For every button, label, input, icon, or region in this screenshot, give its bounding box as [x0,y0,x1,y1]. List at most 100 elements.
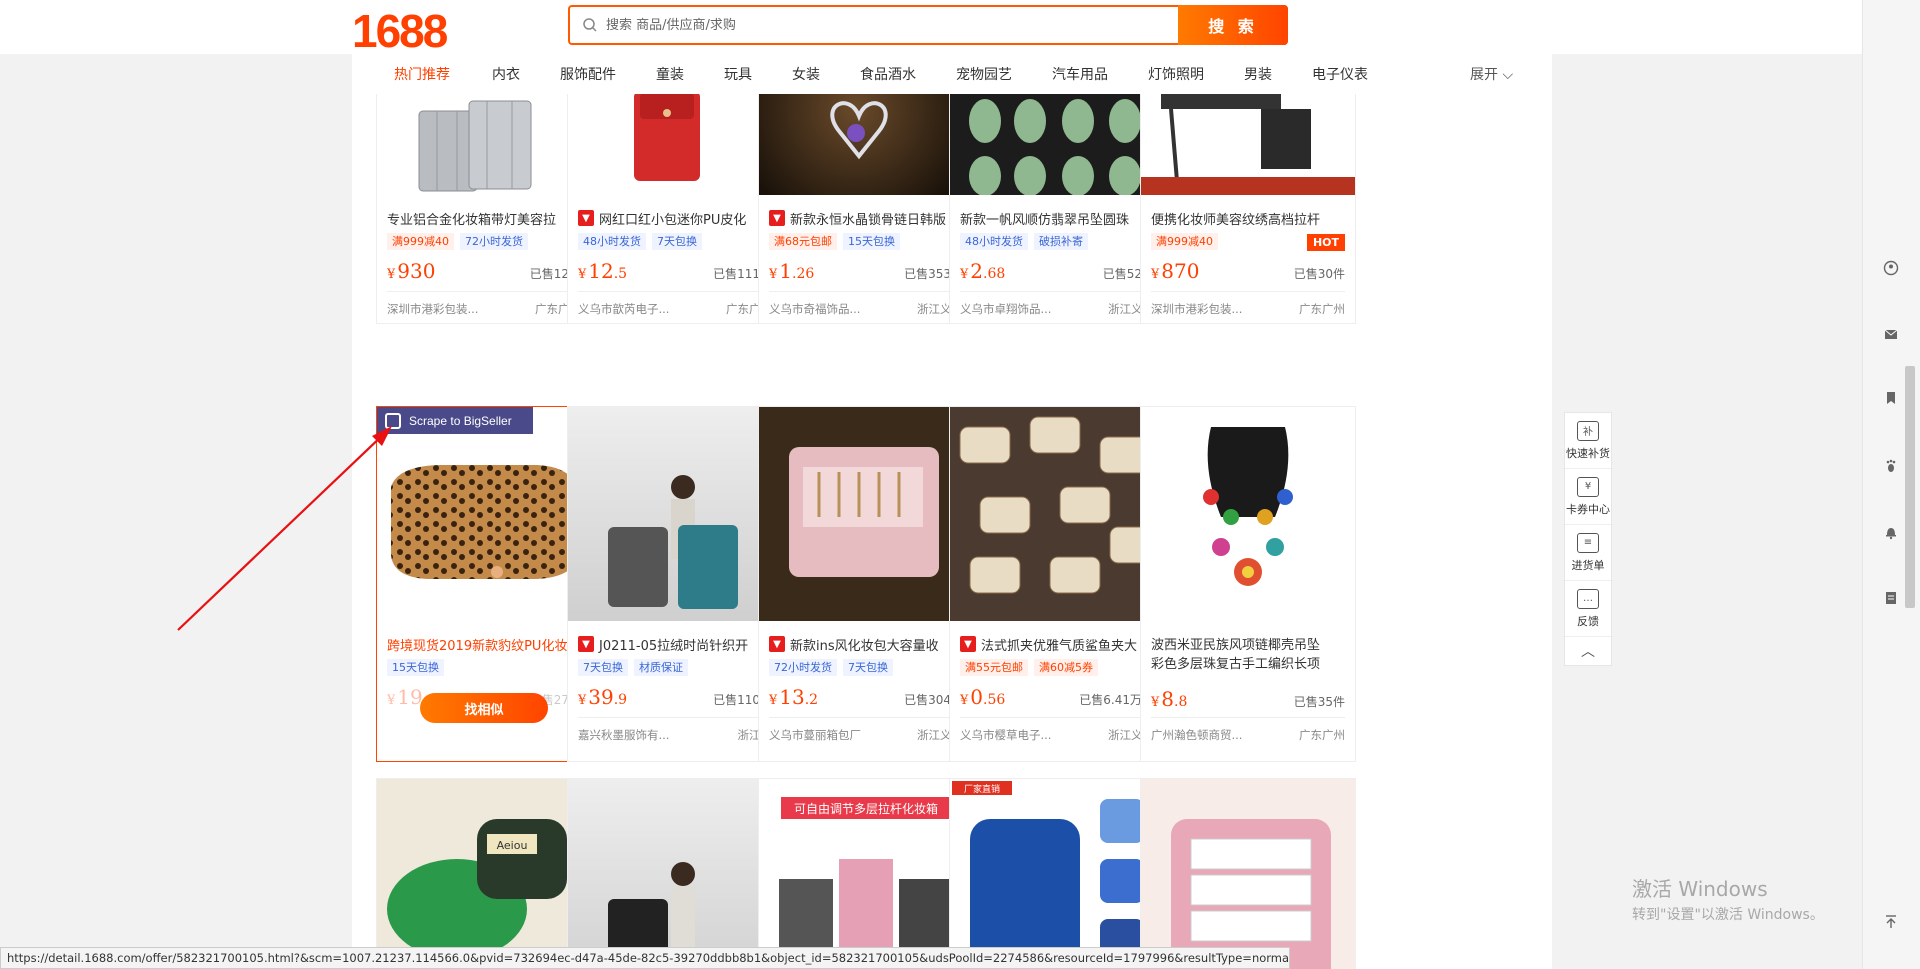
supplier-name[interactable]: 义乌市蔓丽箱包厂 [769,727,861,743]
tab-underwear[interactable]: 内衣 [492,64,520,84]
feedback-button[interactable]: … 反馈 [1565,581,1611,637]
expand-label: 展开 [1470,67,1498,83]
price-dec: .9 [613,692,628,708]
product-image[interactable] [377,407,591,621]
price-dec: .8 [1174,694,1188,710]
product-card[interactable]: ▼ 新款永恒水晶锁骨链日韩版 满68元包邮 15天包换 ¥1.26 已售353件 … [758,94,974,324]
mail-icon[interactable] [1883,326,1899,342]
tab-accessories[interactable]: 服饰配件 [560,64,616,84]
product-card-hovered[interactable]: Scrape to BigSeller 跨境现货2019新款豹纹PU化妆 15天… [376,406,592,762]
product-image[interactable] [759,407,973,621]
product-title-line2: 彩色多层珠复古手工编织长项 [1151,657,1321,672]
product-card[interactable] [1140,778,1356,969]
tab-pets[interactable]: 宠物园艺 [956,64,1012,84]
page-scrollbar[interactable] [1905,366,1915,608]
tab-toys[interactable]: 玩具 [724,64,752,84]
supplier-name[interactable]: 义乌市樱草电子... [960,727,1051,743]
tab-hot[interactable]: 热门推荐 [394,64,450,84]
product-title[interactable]: 专业铝合金化妆箱带灯美容拉 [387,208,587,228]
supplier-name[interactable]: 嘉兴秋墨服饰有... [578,727,669,743]
price-int: 39 [588,685,614,709]
product-image[interactable] [950,407,1164,621]
document-icon[interactable] [1883,590,1899,606]
product-title[interactable]: 便携化妆师美容纹绣高档拉杆 [1151,208,1351,228]
product-image[interactable] [1141,779,1355,969]
scroll-to-top-icon[interactable] [1883,914,1899,930]
service-badge: 破损补寄 [1034,233,1088,250]
find-similar-button[interactable]: 找相似 [420,693,548,723]
search-input[interactable] [606,13,1136,37]
purchase-list-button[interactable]: ≡ 进货单 [1565,525,1611,581]
product-card[interactable]: 可自由调节多层拉杆化妆箱 [758,778,974,969]
supplier-name[interactable]: 义乌市奇福饰品... [769,301,860,317]
product-title-text: 法式抓夹优雅气质鲨鱼夹大 [981,638,1138,654]
supplier-name[interactable]: 广州瀚色顿商贸... [1151,727,1242,743]
tab-food[interactable]: 食品酒水 [860,64,916,84]
product-card[interactable] [567,778,783,969]
product-image[interactable] [568,407,782,621]
supplier-name[interactable]: 深圳市港彩包装... [1151,301,1242,317]
product-image[interactable] [950,94,1164,195]
product-card[interactable]: 便携化妆师美容纹绣高档拉杆 满999减40 HOT ¥870 已售30件 深圳市… [1140,94,1356,324]
profile-icon[interactable] [1883,260,1899,276]
quick-restock-button[interactable]: 补快速补货 [1565,413,1611,469]
tab-electronics[interactable]: 电子仪表 [1312,64,1368,84]
product-title[interactable]: ▼ 法式抓夹优雅气质鲨鱼夹大 [960,634,1160,654]
product-card[interactable]: ▼ 网红口红小包迷你PU皮化 48小时发货 7天包换 ¥12.5 已售111件 义… [567,94,783,324]
supplier-location: 广东广州 [1299,728,1345,742]
price-dec: .5 [613,266,628,282]
product-image[interactable] [1141,94,1355,195]
product-title[interactable]: 新款一帆风顺仿翡翠吊坠圆珠 [960,208,1160,228]
product-image[interactable]: 厂家直销 [950,779,1164,969]
tool-label: 卡券中心 [1566,502,1610,516]
scrape-bigseller-button[interactable]: Scrape to BigSeller [377,407,533,434]
product-card[interactable]: ▼ J0211-05拉绒时尚针织开 7天包换 材质保证 ¥39.9 已售110件 … [567,406,783,762]
product-image[interactable] [568,779,782,969]
tab-men[interactable]: 男装 [1244,64,1272,84]
product-image[interactable]: Aeiou [377,779,591,969]
badge-list: 满999减40 [1151,233,1218,251]
coupon-center-button[interactable]: ¥ 卡券中心 [1565,469,1611,525]
service-badge: 48小时发货 [578,233,646,250]
site-logo[interactable]: 1688 [352,4,448,58]
product-title[interactable]: 波西米亚民族风项链椰壳吊坠 彩色多层珠复古手工编织长项 [1151,634,1351,674]
supplier-name[interactable]: 义乌市卓翔饰品... [960,301,1051,317]
supplier-info: 义乌市蔓丽箱包厂 浙江义乌 [769,717,963,747]
product-image[interactable] [568,94,782,195]
product-image[interactable] [1141,407,1355,621]
expand-categories[interactable]: 展开 ⌵ [1470,64,1513,84]
product-card[interactable]: 新款一帆风顺仿翡翠吊坠圆珠 48小时发货 破损补寄 ¥2.68 已售52件 义乌… [949,94,1165,324]
bell-icon[interactable] [1883,524,1899,540]
product-card[interactable]: ▼ 法式抓夹优雅气质鲨鱼夹大 满55元包邮 满60减5券 ¥0.56 已售6.41… [949,406,1165,762]
product-title-text: 专业铝合金化妆箱带灯美容拉 [387,212,557,228]
footprint-icon[interactable] [1883,458,1899,474]
tab-women[interactable]: 女装 [792,64,820,84]
product-image[interactable] [759,94,973,195]
product-card[interactable]: ▼ 新款ins风化妆包大容量收 72小时发货 7天包换 ¥13.2 已售304件 … [758,406,974,762]
product-image[interactable]: 可自由调节多层拉杆化妆箱 [759,779,973,969]
product-title[interactable]: ▼ 新款永恒水晶锁骨链日韩版 [769,208,969,228]
product-card[interactable]: 专业铝合金化妆箱带灯美容拉 满999减40 72小时发货 ¥930 已售12件 … [376,94,592,324]
product-title[interactable]: ▼ J0211-05拉绒时尚针织开 [578,634,778,654]
product-card[interactable]: 波西米亚民族风项链椰壳吊坠 彩色多层珠复古手工编织长项 ¥8.8 已售35件 广州… [1140,406,1356,762]
tab-auto[interactable]: 汽车用品 [1052,64,1108,84]
product-image[interactable] [377,94,591,195]
tab-kids[interactable]: 童装 [656,64,684,84]
brand-tag-icon: ▼ [578,636,594,652]
supplier-name[interactable]: 深圳市港彩包装... [387,301,478,317]
bookmark-icon[interactable] [1883,390,1899,406]
product-title[interactable]: ▼ 网红口红小包迷你PU皮化 [578,208,778,228]
watermark-subtitle: 转到"设置"以激活 Windows。 [1632,907,1824,923]
product-title[interactable]: ▼ 新款ins风化妆包大容量收 [769,634,969,654]
product-card[interactable]: 厂家直销 [949,778,1165,969]
tab-lighting[interactable]: 灯饰照明 [1148,64,1204,84]
supplier-name[interactable]: 义乌市歆芮电子... [578,301,669,317]
search-button[interactable]: 搜 索 [1178,5,1288,45]
product-title[interactable]: 跨境现货2019新款豹纹PU化妆 [387,634,587,654]
supplier-info: 义乌市卓翔饰品... 浙江义乌 [960,291,1154,321]
product-title-text: 跨境现货2019新款豹纹PU化妆 [387,638,568,654]
price-int: 0 [970,685,984,709]
product-card[interactable]: Aeiou [376,778,592,969]
tool-label: 快速补货 [1566,446,1610,460]
back-to-top-button[interactable]: ︿ [1565,637,1611,665]
